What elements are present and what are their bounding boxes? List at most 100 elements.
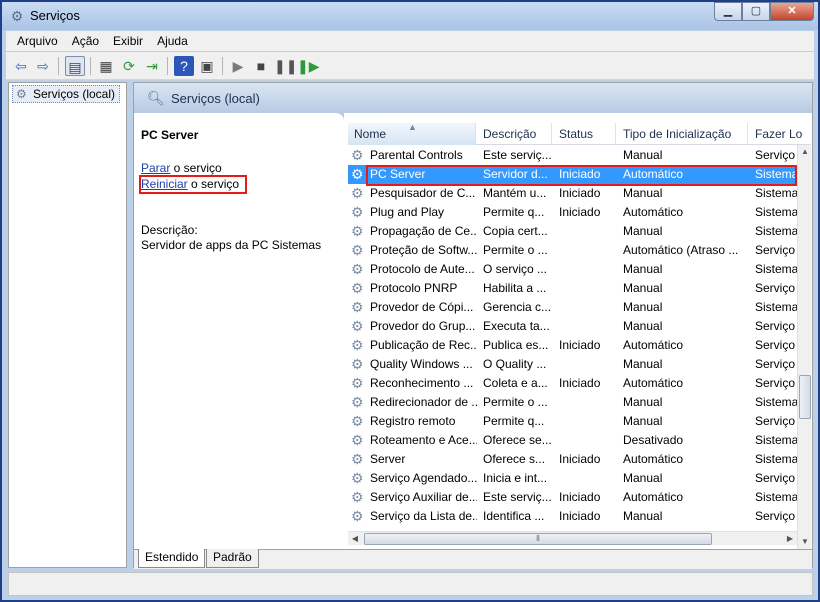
cell-logon-as: Sistema: [755, 450, 797, 469]
properties-icon[interactable]: ▦: [96, 56, 116, 76]
cell-description-text: Permite o ...: [483, 243, 548, 257]
cell-description-text: Permite o ...: [483, 395, 548, 409]
scroll-down-icon[interactable]: ▼: [798, 535, 811, 549]
column-logon-as[interactable]: Fazer Lo: [749, 123, 811, 145]
table-row[interactable]: ⚙ Pesquisador de C... Mantém u... Iniciado M…: [348, 184, 797, 203]
cell-logon-as: Sistema: [755, 260, 797, 279]
table-row[interactable]: ⚙ Protocolo PNRP Habilita a ... Manual Servi…: [348, 279, 797, 298]
console-tree-icon[interactable]: ▤: [65, 56, 85, 76]
cell-status: [559, 298, 619, 317]
cell-name: ⚙ Reconhecimento ...: [348, 374, 477, 393]
service-gear-icon: ⚙: [351, 318, 364, 334]
maximize-button[interactable]: ▢: [742, 2, 770, 21]
menu-arquivo[interactable]: Arquivo: [6, 34, 65, 48]
cell-startup-type: Desativado: [623, 431, 749, 450]
cell-description-text: Oferece s...: [483, 452, 546, 466]
cell-status-text: Iniciado: [559, 376, 601, 390]
cell-status: [559, 222, 619, 241]
scroll-left-icon[interactable]: ◀: [348, 532, 362, 546]
scroll-right-icon[interactable]: ▶: [783, 532, 797, 546]
table-row[interactable]: ⚙ Reconhecimento ... Coleta e a... Iniciado…: [348, 374, 797, 393]
cell-startup-type-text: Desativado: [623, 433, 684, 447]
table-row[interactable]: ⚙ Provedor de Cópi... Gerencia c... Manual S…: [348, 298, 797, 317]
cell-name: ⚙ Parental Controls: [348, 146, 477, 165]
cell-startup-type: Manual: [623, 298, 749, 317]
pause-service-icon[interactable]: ❚❚: [274, 56, 297, 76]
cell-description: Permite o ...: [483, 241, 553, 260]
table-row[interactable]: ⚙ Serviço Agendado... Inicia e int... Manua…: [348, 469, 797, 488]
forward-arrow-icon[interactable]: ⇨: [33, 56, 53, 76]
table-row[interactable]: ⚙ Propagação de Ce... Copia cert... Manual S…: [348, 222, 797, 241]
cell-logon-as-text: Serviço: [755, 471, 796, 485]
services-gear-icon: ⚙: [16, 87, 27, 101]
cell-name-text: Registro remoto: [370, 414, 456, 428]
close-button[interactable]: ✕: [770, 2, 814, 21]
cell-logon-as: Sistema: [755, 184, 797, 203]
table-row[interactable]: ⚙ Proteção de Softw... Permite o ... Automá…: [348, 241, 797, 260]
cell-description: Permite q...: [483, 203, 553, 222]
cell-startup-type-text: Automático: [623, 376, 684, 390]
cell-status-text: Iniciado: [559, 205, 601, 219]
cell-name-text: Reconhecimento ...: [370, 376, 474, 390]
stop-action: Parar o serviço: [141, 161, 222, 175]
table-row[interactable]: ⚙ Protocolo de Aute... O serviço ... Manual…: [348, 260, 797, 279]
action-pane-icon[interactable]: ▣: [197, 56, 217, 76]
column-description[interactable]: Descrição: [477, 123, 552, 145]
cell-startup-type: Automático: [623, 488, 749, 507]
cell-name-text: Serviço da Lista de...: [370, 509, 477, 523]
menu-ajuda[interactable]: Ajuda: [150, 34, 195, 48]
cell-status: Iniciado: [559, 450, 619, 469]
cell-status: [559, 431, 619, 450]
table-row[interactable]: ⚙ Quality Windows ... O Quality ... Manual S…: [348, 355, 797, 374]
start-service-icon[interactable]: ▶: [228, 56, 248, 76]
cell-status: Iniciado: [559, 184, 619, 203]
horizontal-scroll-thumb[interactable]: ⦀: [364, 533, 712, 545]
cell-startup-type-text: Manual: [623, 224, 663, 238]
vertical-scroll-thumb[interactable]: [799, 375, 811, 419]
table-row[interactable]: ⚙ Publicação de Rec... Publica es... Inicia…: [348, 336, 797, 355]
menu-exibir[interactable]: Exibir: [106, 34, 150, 48]
column-startup-type[interactable]: Tipo de Inicialização: [617, 123, 748, 145]
tree-item-services-local[interactable]: ⚙ Serviços (local): [12, 85, 121, 103]
service-gear-icon: ⚙: [351, 223, 364, 239]
toolbar-separator: [90, 57, 91, 75]
cell-startup-type: Manual: [623, 260, 749, 279]
tab-padrao[interactable]: Padrão: [206, 549, 259, 568]
table-row[interactable]: ⚙ Redirecionador de ... Permite o ... Manua…: [348, 393, 797, 412]
stop-service-link[interactable]: Parar: [141, 161, 170, 175]
export-list-icon[interactable]: ⇥: [142, 56, 162, 76]
title-bar[interactable]: ⚙ Serviços ▁ ▢ ✕: [2, 2, 818, 30]
help-icon[interactable]: ?: [174, 56, 194, 76]
cell-description: Permite o ...: [483, 393, 553, 412]
vertical-scrollbar[interactable]: ▲ ▼: [797, 145, 811, 549]
cell-logon-as-text: Sistema: [755, 452, 797, 466]
table-row[interactable]: ⚙ Provedor do Grup... Executa ta... Manual S…: [348, 317, 797, 336]
cell-status-text: Iniciado: [559, 186, 601, 200]
scroll-up-icon[interactable]: ▲: [798, 145, 811, 159]
table-row[interactable]: ⚙ Serviço da Lista de... Identifica ... Ini…: [348, 507, 797, 526]
table-row[interactable]: ⚙ Server Oferece s... Iniciado Automático Sis…: [348, 450, 797, 469]
cell-name: ⚙ Serviço da Lista de...: [348, 507, 477, 526]
refresh-icon[interactable]: ⟳: [119, 56, 139, 76]
toolbar-separator: [167, 57, 168, 75]
cell-status: Iniciado: [559, 507, 619, 526]
table-row[interactable]: ⚙ Plug and Play Permite q... Iniciado Automá…: [348, 203, 797, 222]
table-row[interactable]: ⚙ Roteamento e Ace... Oferece se... Desativ…: [348, 431, 797, 450]
restart-service-icon[interactable]: ❚▶: [297, 56, 320, 76]
stop-service-icon[interactable]: ■: [251, 56, 271, 76]
cell-startup-type-text: Manual: [623, 281, 663, 295]
cell-startup-type: Automático: [623, 336, 749, 355]
menu-acao[interactable]: Ação: [65, 34, 106, 48]
column-status[interactable]: Status: [553, 123, 616, 145]
horizontal-scrollbar[interactable]: ◀ ⦀ ▶: [348, 531, 797, 545]
minimize-button[interactable]: ▁: [714, 2, 742, 21]
status-bar: [8, 572, 813, 596]
table-row[interactable]: ⚙ Registro remoto Permite q... Manual Serviç…: [348, 412, 797, 431]
table-row[interactable]: ⚙ Parental Controls Este serviç... Manual Se…: [348, 146, 797, 165]
column-name[interactable]: ▲ Nome: [348, 123, 476, 145]
table-row[interactable]: ⚙ Serviço Auxiliar de... Este serviç... Ini…: [348, 488, 797, 507]
tab-estendido[interactable]: Estendido: [138, 549, 206, 568]
cell-name: ⚙ Serviço Auxiliar de...: [348, 488, 477, 507]
cell-status-text: Iniciado: [559, 452, 601, 466]
back-arrow-icon[interactable]: ⇦: [11, 56, 31, 76]
